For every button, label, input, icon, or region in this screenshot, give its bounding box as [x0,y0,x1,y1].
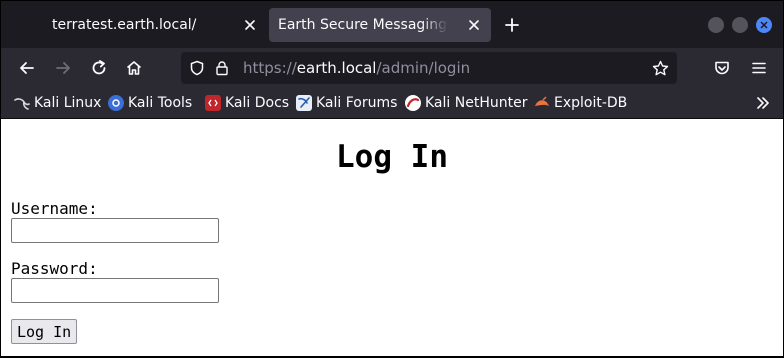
close-tab-icon[interactable] [241,16,259,34]
minimize-button[interactable] [708,17,724,33]
address-bar[interactable]: https://earth.local/admin/login [181,52,677,84]
username-input[interactable] [11,218,219,243]
close-window-button[interactable] [756,17,772,33]
bookmark-exploit-db[interactable]: Exploit-DB [534,93,627,113]
url-path: /admin/login [376,59,471,77]
maximize-button[interactable] [732,17,748,33]
password-label: Password: [11,259,98,278]
forward-arrow-icon [56,62,70,74]
chevron-double-right-icon [757,97,769,109]
bookmark-kali-forums[interactable]: Kali Forums [296,93,397,113]
bookmark-kali-linux[interactable]: Kali Linux [14,93,101,113]
tab-terratest[interactable]: terratest.earth.local/ [35,8,267,42]
tab-strip: terratest.earth.local/ Earth Secure Mess… [1,1,783,48]
home-icon [126,61,142,75]
hamburger-menu-icon [752,62,766,74]
kali-dragon-icon [14,95,30,111]
plus-icon [505,18,519,32]
tab-earth-admin[interactable]: Earth Secure Messaging Admin [269,8,491,42]
menu-button[interactable] [746,55,772,81]
password-input[interactable] [11,278,219,303]
lock-icon[interactable] [213,59,231,77]
reload-button[interactable] [86,55,112,81]
username-label: Username: [11,199,98,218]
bookmark-label: Kali Docs [225,95,290,111]
bookmark-kali-docs[interactable]: Kali Docs [205,93,289,113]
browser-window: terratest.earth.local/ Earth Secure Mess… [1,1,783,356]
url-scheme: https:// [243,59,297,77]
back-button[interactable] [14,55,40,81]
page-title: Log In [336,139,448,175]
tab-title: terratest.earth.local/ [52,17,197,33]
close-icon [760,21,768,29]
bookmark-label: Kali Tools [128,95,193,111]
kali-forums-icon [296,95,312,111]
bookmarks-toolbar: Kali Linux Kali Tools Kali Docs Kali For… [1,88,783,119]
close-tab-icon[interactable] [465,16,483,34]
bookmark-star-icon[interactable] [651,59,669,77]
url-text[interactable]: https://earth.local/admin/login [243,59,470,77]
bookmark-label: Exploit-DB [554,95,628,111]
bookmark-label: Kali NetHunter [425,95,528,111]
bookmark-kali-nethunter[interactable]: Kali NetHunter [405,93,527,113]
bookmark-label: Kali Linux [34,95,102,111]
new-tab-button[interactable] [501,14,523,36]
bookmark-label: Kali Forums [316,95,398,111]
page-content: Log In Username: Password: Log In [1,119,783,356]
navigation-toolbar: https://earth.local/admin/login [1,48,783,88]
tab-title: Earth Secure Messaging Admin [278,17,448,33]
bookmark-kali-tools[interactable]: Kali Tools [108,93,192,113]
shield-icon[interactable] [188,59,206,77]
reload-icon [92,60,106,75]
pocket-icon [715,61,729,75]
url-host: earth.local [296,59,377,77]
exploit-db-icon [534,95,550,111]
bookmarks-overflow-button[interactable] [753,93,773,113]
back-arrow-icon [20,62,34,74]
forward-button[interactable] [50,55,76,81]
kali-tools-icon [108,95,124,111]
kali-docs-icon [205,95,221,111]
login-button[interactable]: Log In [11,319,78,344]
home-button[interactable] [121,55,147,81]
pocket-button[interactable] [709,55,735,81]
kali-nethunter-icon [405,95,421,111]
